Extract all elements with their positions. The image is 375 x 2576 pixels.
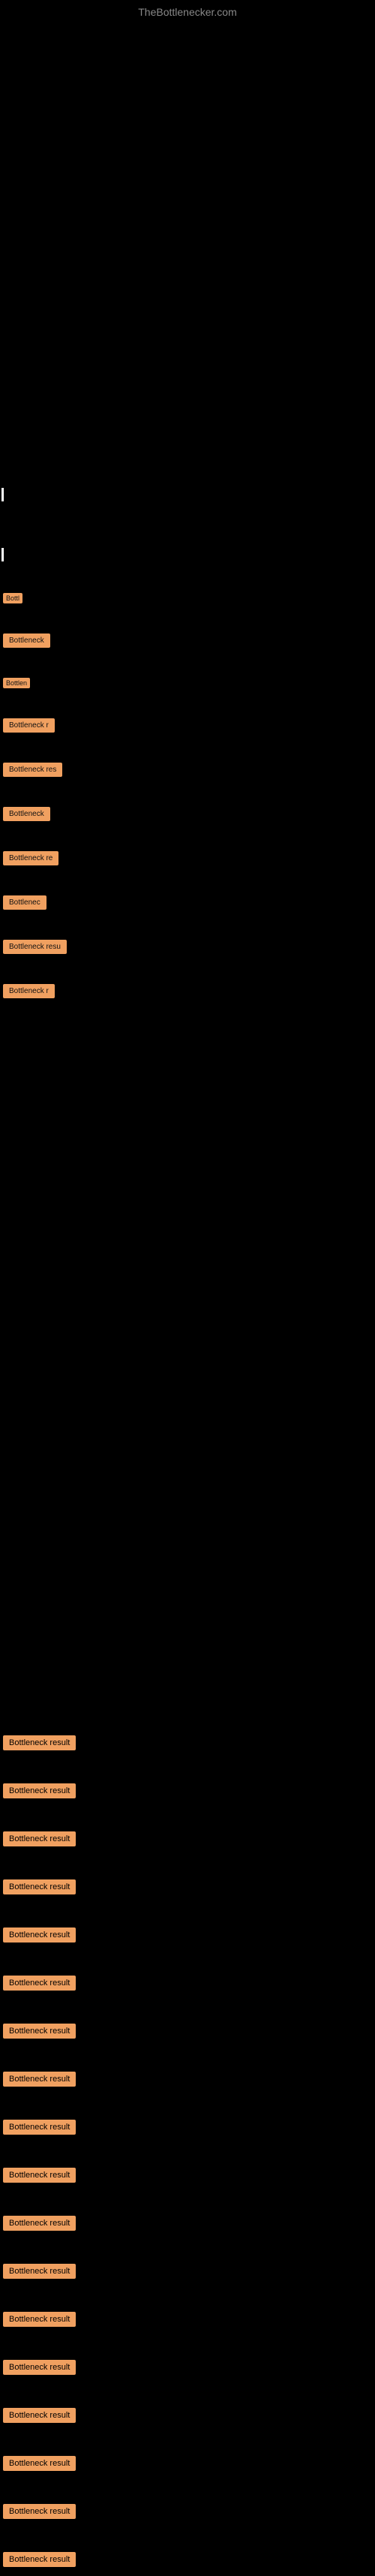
result-badge-2: Bottleneck bbox=[3, 633, 50, 648]
br-row-2[interactable]: Bottleneck result bbox=[0, 1774, 375, 1807]
br-row-10[interactable]: Bottleneck result bbox=[0, 2159, 375, 2192]
br-badge-3: Bottleneck result bbox=[3, 1831, 76, 1846]
br-badge-18: Bottleneck result bbox=[3, 2552, 76, 2567]
result-row-2[interactable]: Bottleneck bbox=[0, 626, 375, 655]
br-row-5[interactable]: Bottleneck result bbox=[0, 1918, 375, 1952]
result-row-3[interactable]: Bottlen bbox=[0, 670, 375, 696]
br-row-3[interactable]: Bottleneck result bbox=[0, 1822, 375, 1855]
br-badge-6: Bottleneck result bbox=[3, 1976, 76, 1991]
result-badge-5: Bottleneck res bbox=[3, 763, 62, 777]
br-row-14[interactable]: Bottleneck result bbox=[0, 2351, 375, 2384]
br-badge-9: Bottleneck result bbox=[3, 2120, 76, 2135]
br-badge-2: Bottleneck result bbox=[3, 1783, 76, 1798]
br-badge-11: Bottleneck result bbox=[3, 2216, 76, 2231]
result-row-8[interactable]: Bottlenec bbox=[0, 888, 375, 917]
result-badge-6: Bottleneck bbox=[3, 807, 50, 821]
result-row-10[interactable]: Bottleneck r bbox=[0, 977, 375, 1006]
br-badge-8: Bottleneck result bbox=[3, 2072, 76, 2087]
bottom-results-section: Bottleneck result Bottleneck result Bott… bbox=[0, 1726, 375, 2576]
br-row-9[interactable]: Bottleneck result bbox=[0, 2111, 375, 2144]
br-row-17[interactable]: Bottleneck result bbox=[0, 2495, 375, 2528]
br-row-12[interactable]: Bottleneck result bbox=[0, 2255, 375, 2288]
br-row-11[interactable]: Bottleneck result bbox=[0, 2207, 375, 2240]
result-badge-7: Bottleneck re bbox=[3, 851, 58, 865]
br-row-7[interactable]: Bottleneck result bbox=[0, 2015, 375, 2048]
result-badge-1: Bottl bbox=[3, 593, 22, 603]
br-row-8[interactable]: Bottleneck result bbox=[0, 2063, 375, 2096]
br-badge-7: Bottleneck result bbox=[3, 2024, 76, 2039]
br-badge-5: Bottleneck result bbox=[3, 1927, 76, 1943]
result-row-4[interactable]: Bottleneck r bbox=[0, 711, 375, 740]
br-row-18[interactable]: Bottleneck result bbox=[0, 2543, 375, 2576]
br-row-16[interactable]: Bottleneck result bbox=[0, 2447, 375, 2480]
result-row-1[interactable]: Bottl bbox=[0, 585, 375, 611]
result-badge-3: Bottlen bbox=[3, 678, 30, 688]
br-row-15[interactable]: Bottleneck result bbox=[0, 2399, 375, 2432]
divider-line-2 bbox=[2, 548, 4, 561]
divider-line-1 bbox=[2, 488, 4, 501]
br-row-6[interactable]: Bottleneck result bbox=[0, 1967, 375, 2000]
result-badge-4: Bottleneck r bbox=[3, 718, 55, 733]
progressive-results: Bottl Bottleneck Bottlen Bottleneck r Bo… bbox=[0, 585, 375, 1021]
br-badge-15: Bottleneck result bbox=[3, 2408, 76, 2423]
br-row-1[interactable]: Bottleneck result bbox=[0, 1726, 375, 1759]
result-badge-10: Bottleneck r bbox=[3, 984, 55, 998]
br-badge-4: Bottleneck result bbox=[3, 1879, 76, 1894]
br-badge-10: Bottleneck result bbox=[3, 2168, 76, 2183]
br-badge-17: Bottleneck result bbox=[3, 2504, 76, 2519]
br-row-4[interactable]: Bottleneck result bbox=[0, 1870, 375, 1903]
br-badge-12: Bottleneck result bbox=[3, 2264, 76, 2279]
site-title: TheBottlenecker.com bbox=[138, 6, 237, 18]
br-badge-13: Bottleneck result bbox=[3, 2312, 76, 2327]
result-badge-8: Bottlenec bbox=[3, 895, 46, 910]
br-row-13[interactable]: Bottleneck result bbox=[0, 2303, 375, 2336]
result-row-5[interactable]: Bottleneck res bbox=[0, 755, 375, 784]
br-badge-1: Bottleneck result bbox=[3, 1735, 76, 1750]
br-badge-16: Bottleneck result bbox=[3, 2456, 76, 2471]
result-row-9[interactable]: Bottleneck resu bbox=[0, 932, 375, 961]
result-badge-9: Bottleneck resu bbox=[3, 940, 67, 954]
result-row-6[interactable]: Bottleneck bbox=[0, 799, 375, 829]
result-row-7[interactable]: Bottleneck re bbox=[0, 844, 375, 873]
br-badge-14: Bottleneck result bbox=[3, 2360, 76, 2375]
